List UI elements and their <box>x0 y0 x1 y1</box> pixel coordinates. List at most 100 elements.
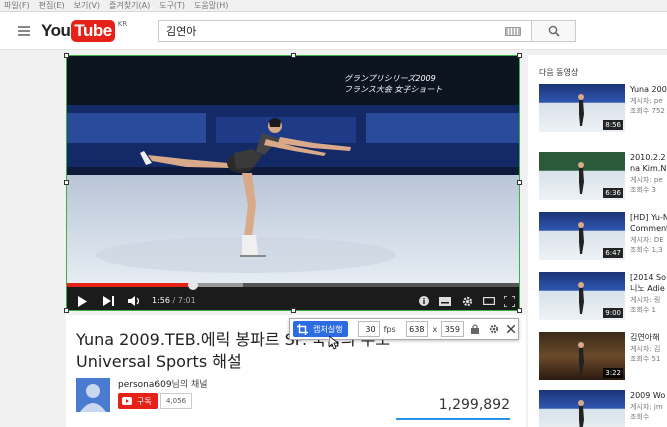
recommended-title-line: Yuna 2009 <box>630 85 667 94</box>
progress-bar[interactable] <box>66 280 520 290</box>
play-button[interactable] <box>76 295 88 307</box>
recommended-video-title[interactable]: 김연아해 <box>630 332 667 343</box>
recommended-video[interactable]: 6:36 2010.2.2 na Kim.N 게시자: pe 조회수 3 <box>539 152 667 202</box>
recommended-title-line: 2009 Wo <box>630 391 666 400</box>
recommended-uploader: 게시자: jm <box>630 403 663 411</box>
recommended-title-line: 니노 Adie <box>630 284 665 293</box>
recommended-video-title[interactable]: Yuna 2009 <box>630 84 667 95</box>
recommended-uploader: 게시자: DE <box>630 236 664 244</box>
channel-avatar[interactable] <box>76 378 110 412</box>
subscribe-button[interactable]: 구독 <box>118 393 158 409</box>
next-icon <box>103 296 114 306</box>
duration: 7:01 <box>177 296 196 305</box>
gear-icon <box>462 296 472 306</box>
fps-label: fps <box>383 324 396 334</box>
subtitles-button[interactable] <box>438 295 452 307</box>
video-thumbnail[interactable]: 8:56 <box>539 84 625 132</box>
recommended-video[interactable]: 8:56 Yuna 2009 게시자: pe 조회수 752 <box>539 84 667 134</box>
capture-toolbar: 캡처실행 30 fps 638 x 359 <box>289 318 519 340</box>
logo-region: KR <box>117 20 128 28</box>
play-icon <box>78 295 87 307</box>
fps-input[interactable]: 30 <box>358 321 380 337</box>
time-display: 1:56 / 7:01 <box>152 296 196 305</box>
recommended-title-line: 김연아해 <box>630 333 660 342</box>
close-icon <box>507 325 515 333</box>
subtitles-icon <box>439 296 451 306</box>
like-ratio-bar <box>396 418 510 420</box>
recommended-video[interactable]: 2009 Wo 게시자: jm 조회수 <box>539 390 667 427</box>
fullscreen-button[interactable] <box>502 295 516 307</box>
video-thumbnail[interactable] <box>539 390 625 427</box>
video-player[interactable]: グランプリシリーズ2009 フランス大会 女子ショート 1:56 / 7:01 <box>66 55 520 311</box>
mouse-cursor-icon <box>329 336 339 350</box>
volume-icon <box>128 296 140 306</box>
volume-button[interactable] <box>128 295 142 307</box>
video-duration-badge: 9:00 <box>603 308 623 318</box>
settings-button[interactable] <box>460 295 474 307</box>
menu-file[interactable]: 파일(F) <box>4 0 30 12</box>
crop-icon <box>297 323 308 335</box>
keyboard-icon[interactable] <box>505 26 521 36</box>
subscribe-label: 구독 <box>137 396 152 406</box>
search-button[interactable] <box>531 21 575 41</box>
video-thumbnail[interactable]: 6:36 <box>539 152 625 200</box>
recommended-title-line: na Kim.N <box>630 164 667 173</box>
search-box <box>158 20 576 42</box>
capture-close-button[interactable] <box>507 325 515 333</box>
youtube-logo[interactable]: You Tube KR <box>41 20 127 42</box>
menu-help[interactable]: 도움말(H) <box>194 0 228 12</box>
theater-mode-button[interactable] <box>482 295 496 307</box>
recommended-video-title[interactable]: [2014 So 니노 Adie <box>630 272 667 294</box>
video-thumbnail[interactable]: 6:47 <box>539 212 625 260</box>
recommended-views: 조회수 1,3 <box>630 246 663 254</box>
capture-width-input[interactable]: 638 <box>405 321 429 337</box>
next-button[interactable] <box>102 295 116 307</box>
recommended-uploader: 게시자: pe <box>630 176 663 184</box>
menu-view[interactable]: 보기(V) <box>74 0 100 12</box>
hamburger-menu-icon[interactable] <box>18 26 30 36</box>
user-silhouette-icon <box>80 384 106 412</box>
info-button[interactable] <box>418 295 430 307</box>
capture-run-label: 캡처실행 <box>313 324 343 334</box>
logo-you-text: You <box>41 21 71 40</box>
recommended-views: 조회수 51 <box>630 355 661 363</box>
search-input[interactable] <box>159 21 505 41</box>
recommended-title-line: [2014 So <box>630 273 666 282</box>
recommended-uploader: 게시자: pe <box>630 97 663 105</box>
dimension-separator: x <box>432 324 438 334</box>
capture-run-button[interactable]: 캡처실행 <box>293 321 349 337</box>
info-icon <box>419 296 429 306</box>
recommended-video-title[interactable]: 2009 Wo <box>630 390 667 401</box>
recommended-uploader: 게시자: 링 <box>630 296 661 304</box>
player-controls: 1:56 / 7:01 <box>66 280 520 311</box>
video-thumbnail[interactable]: 9:00 <box>539 272 625 320</box>
recommended-video[interactable]: 9:00 [2014 So 니노 Adie 게시자: 링 조회수 1 <box>539 272 667 322</box>
channel-suffix: 님의 채널 <box>171 380 208 390</box>
capture-height-input[interactable]: 359 <box>441 321 464 337</box>
recommended-video[interactable]: 3:22 김연아해 게시자: 김 조회수 51 <box>539 332 667 382</box>
broadcast-caption-line1: グランプリシリーズ2009 <box>344 74 436 83</box>
capture-settings-button[interactable] <box>489 324 499 334</box>
video-frame-skater <box>66 55 520 283</box>
video-duration-badge: 6:47 <box>603 248 623 258</box>
video-thumbnail[interactable]: 3:22 <box>539 332 625 380</box>
up-next-heading: 다음 동영상 <box>539 68 579 77</box>
scrubber-handle[interactable] <box>188 280 199 290</box>
recommended-video-title[interactable]: [HD] Yu-N Comment <box>630 212 667 234</box>
youtube-play-icon <box>122 397 132 405</box>
channel-name[interactable]: persona609님의 채널 <box>118 377 208 390</box>
recommended-video[interactable]: 6:47 [HD] Yu-N Comment 게시자: DE 조회수 1,3 <box>539 212 667 262</box>
youtube-header: You Tube KR <box>0 12 667 50</box>
recommended-video-title[interactable]: 2010.2.2 na Kim.N <box>630 152 667 174</box>
progress-buffered <box>193 283 244 287</box>
current-time: 1:56 <box>152 296 170 305</box>
menu-edit[interactable]: 편집(E) <box>39 0 65 12</box>
lock-ratio-button[interactable] <box>471 324 479 334</box>
view-count: 1,299,892 <box>438 397 510 413</box>
gear-icon <box>489 324 499 334</box>
menu-favorites[interactable]: 즐겨찾기(A) <box>109 0 150 12</box>
channel-name-text[interactable]: persona609 <box>118 380 172 390</box>
video-duration-badge: 3:22 <box>603 368 623 378</box>
recommended-title-line: [HD] Yu-N <box>630 213 667 222</box>
menu-tools[interactable]: 도구(T) <box>159 0 185 12</box>
